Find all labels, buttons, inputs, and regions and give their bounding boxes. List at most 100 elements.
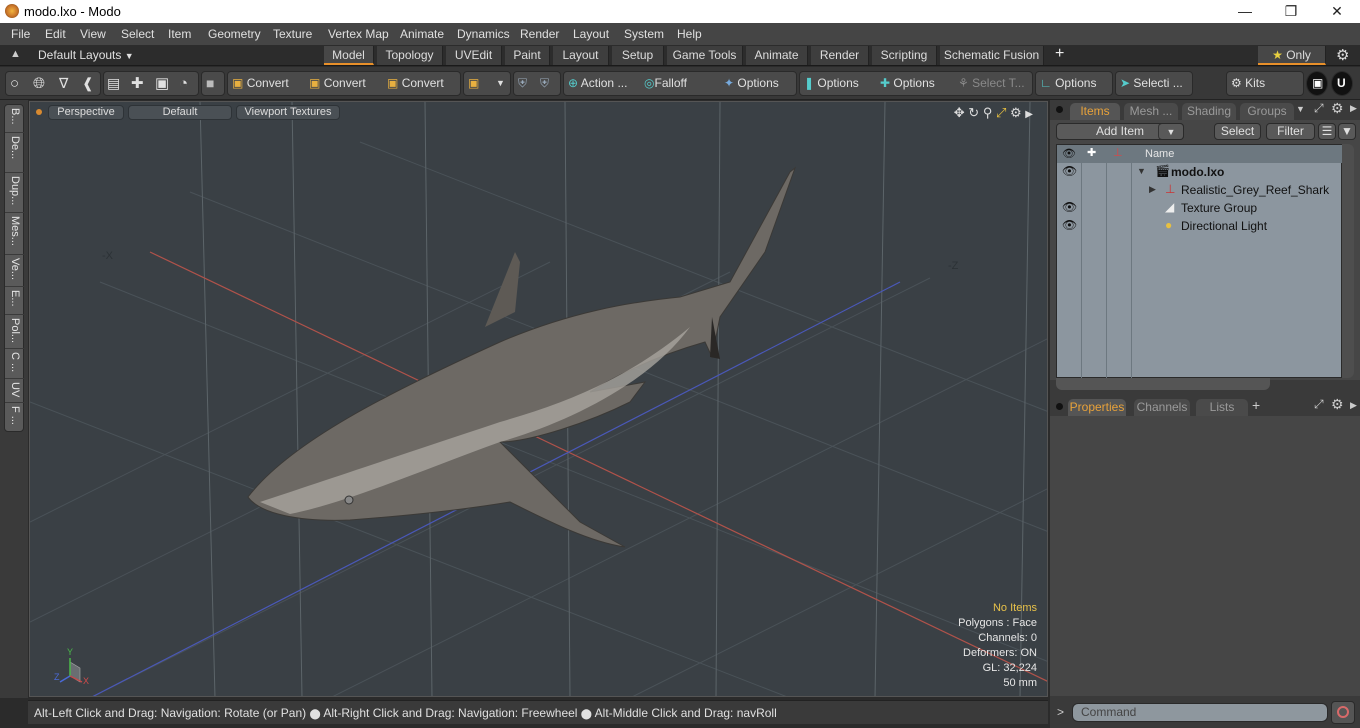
tab-channels[interactable]: Channels xyxy=(1134,399,1190,416)
item-row-mesh[interactable]: ▶ ⊥ Realistic_Grey_Reef_Shark xyxy=(1057,181,1343,199)
menu-view[interactable]: View xyxy=(80,27,106,41)
name-column-header[interactable]: Name xyxy=(1145,148,1174,160)
unreal-button[interactable]: U xyxy=(1331,71,1353,96)
viewport-textures-button[interactable]: Viewport Textures xyxy=(236,105,340,120)
eye-icon[interactable]: 👁︎ xyxy=(1062,164,1077,178)
menu-texture[interactable]: Texture xyxy=(273,27,312,41)
left-tab-basic[interactable]: B... xyxy=(5,105,25,133)
left-tab-polygon[interactable]: Pol... xyxy=(5,315,25,349)
select-button[interactable]: Select xyxy=(1214,123,1261,140)
action-center-button[interactable]: ⊕ Action ... xyxy=(568,72,627,95)
tab-game-tools[interactable]: Game Tools xyxy=(667,46,743,65)
list-options-button[interactable]: ☰ xyxy=(1318,123,1336,140)
tab-animate[interactable]: Animate xyxy=(746,46,808,65)
item-row-directional-light[interactable]: 👁︎ ● Directional Light xyxy=(1057,217,1343,235)
left-tab-vertex[interactable]: Ve... xyxy=(5,255,25,287)
gear-icon[interactable]: ⚙ xyxy=(1336,46,1349,64)
tab-groups[interactable]: Groups xyxy=(1240,103,1294,120)
items-icon[interactable]: ✚ xyxy=(131,72,144,95)
add-item-dropdown[interactable]: ▼ xyxy=(1158,123,1184,140)
panel-menu-arrow-icon[interactable]: ▶ xyxy=(1350,400,1357,411)
shield-icon[interactable]: ⛨ xyxy=(518,72,527,95)
expand-arrow-right-icon[interactable]: ▶ xyxy=(1149,184,1156,195)
funnel-filter-button[interactable]: ▼ xyxy=(1338,123,1356,140)
menu-item[interactable]: Item xyxy=(168,27,191,41)
menu-help[interactable]: Help xyxy=(677,27,702,41)
select-through-button[interactable]: ⚘ Select T... xyxy=(958,72,1025,95)
eye-icon[interactable]: 👁︎ xyxy=(1062,200,1077,214)
maximize-viewport-icon[interactable]: ⤢ xyxy=(996,105,1006,120)
item-row-texture-group[interactable]: 👁︎ ◢ Texture Group xyxy=(1057,199,1343,217)
menu-layout[interactable]: Layout xyxy=(573,27,609,41)
tabs-dropdown-icon[interactable]: ▼ xyxy=(1296,104,1305,114)
item-type-column-icon[interactable]: ⊥ xyxy=(1113,146,1123,159)
close-button[interactable]: ✕ xyxy=(1314,0,1360,23)
command-input[interactable]: Command xyxy=(1072,703,1328,722)
add-properties-tab-button[interactable]: + xyxy=(1252,397,1260,413)
menu-render[interactable]: Render xyxy=(520,27,559,41)
left-tab-fusion[interactable]: F ... xyxy=(5,403,25,431)
work-plane-icon[interactable]: ▣ xyxy=(468,72,479,95)
menu-system[interactable]: System xyxy=(624,27,664,41)
only-toggle[interactable]: ★ Only xyxy=(1258,46,1326,65)
globe-icon[interactable]: 🌐︎ xyxy=(33,72,45,95)
tab-items[interactable]: Items xyxy=(1070,103,1120,120)
menu-file[interactable]: File xyxy=(11,27,30,41)
visibility-column-icon[interactable]: 👁︎ xyxy=(1062,147,1076,160)
lock-column-icon[interactable]: ✚ xyxy=(1087,146,1096,159)
expand-panel-icon[interactable]: ⤢ xyxy=(1314,101,1324,116)
expand-panel-icon[interactable]: ⤢ xyxy=(1314,397,1324,412)
tab-shading[interactable]: Shading xyxy=(1182,103,1236,120)
shading-mode-button[interactable]: Default xyxy=(128,105,232,120)
convert-button-1[interactable]: ▣ Convert xyxy=(232,72,289,95)
left-tab-uv[interactable]: UV xyxy=(5,379,25,403)
vertices-mode-icon[interactable]: ○ xyxy=(10,72,19,95)
workplane-options-button[interactable]: ✚ Options xyxy=(880,72,935,95)
tab-mesh[interactable]: Mesh ... xyxy=(1124,103,1178,120)
left-tab-deform[interactable]: De... xyxy=(5,133,25,173)
snapping-options-button[interactable]: ❚ Options xyxy=(804,72,859,95)
tab-uvedit[interactable]: UVEdit xyxy=(446,46,502,65)
selection-button[interactable]: ➤ Selecti ... xyxy=(1120,72,1183,95)
left-tab-mesh-edit[interactable]: Mes... xyxy=(5,213,25,255)
menu-vertex-map[interactable]: Vertex Map xyxy=(328,27,389,41)
tab-lists[interactable]: Lists xyxy=(1196,399,1248,416)
tab-layout[interactable]: Layout xyxy=(553,46,609,65)
default-layouts-dropdown[interactable]: Default Layouts ▼ xyxy=(38,48,134,62)
maximize-button[interactable]: ❐ xyxy=(1268,0,1314,23)
materials-icon[interactable]: ▣ xyxy=(155,72,169,95)
panel-gear-icon[interactable]: ⚙ xyxy=(1331,100,1344,117)
tab-paint[interactable]: Paint xyxy=(505,46,550,65)
kits-button[interactable]: ⚙ Kits xyxy=(1231,72,1265,95)
filter-button[interactable]: Filter xyxy=(1266,123,1315,140)
tab-scripting[interactable]: Scripting xyxy=(872,46,937,65)
convert-button-3[interactable]: ▣ Convert xyxy=(387,72,444,95)
tab-topology[interactable]: Topology xyxy=(377,46,443,65)
3d-viewport[interactable]: Perspective Default Viewport Textures ✥ … xyxy=(29,101,1048,697)
tab-properties[interactable]: Properties xyxy=(1068,399,1126,416)
menu-dynamics[interactable]: Dynamics xyxy=(457,27,510,41)
viewport-gear-icon[interactable]: ⚙ xyxy=(1010,105,1022,120)
convert-button-2[interactable]: ▣ Convert xyxy=(309,72,366,95)
chevron-down-icon[interactable]: ▼ xyxy=(496,72,505,95)
falloff-button[interactable]: ◎Falloff xyxy=(644,72,687,95)
expand-arrow-down-icon[interactable]: ▼ xyxy=(1137,166,1146,176)
collapse-icon[interactable]: ▲ xyxy=(10,48,21,60)
menu-edit[interactable]: Edit xyxy=(45,27,66,41)
cube-icon[interactable]: ■ xyxy=(206,72,214,95)
pen-icon[interactable]: ∇ xyxy=(59,72,68,95)
falloff-options-button[interactable]: ✦ Options xyxy=(724,72,779,95)
menu-animate[interactable]: Animate xyxy=(400,27,444,41)
pivot-icon[interactable]: ◔ xyxy=(179,72,188,95)
unity-button[interactable]: ▣ xyxy=(1306,71,1328,96)
edges-icon[interactable]: ❰ xyxy=(82,72,94,95)
zoom-icon[interactable]: ⚲ xyxy=(983,105,993,120)
minimize-button[interactable]: — xyxy=(1222,0,1268,23)
item-row-scene[interactable]: 👁︎ ▼ 🎬︎ modo.lxo xyxy=(1057,163,1343,181)
viewport-menu-arrow-icon[interactable]: ▶ xyxy=(1025,109,1033,120)
left-tab-curve[interactable]: C ... xyxy=(5,349,25,379)
horizontal-scrollbar[interactable] xyxy=(1056,378,1270,390)
eye-icon[interactable]: 👁︎ xyxy=(1062,218,1077,232)
tab-schematic-fusion[interactable]: Schematic Fusion xyxy=(940,46,1044,65)
menu-geometry[interactable]: Geometry xyxy=(208,27,261,41)
